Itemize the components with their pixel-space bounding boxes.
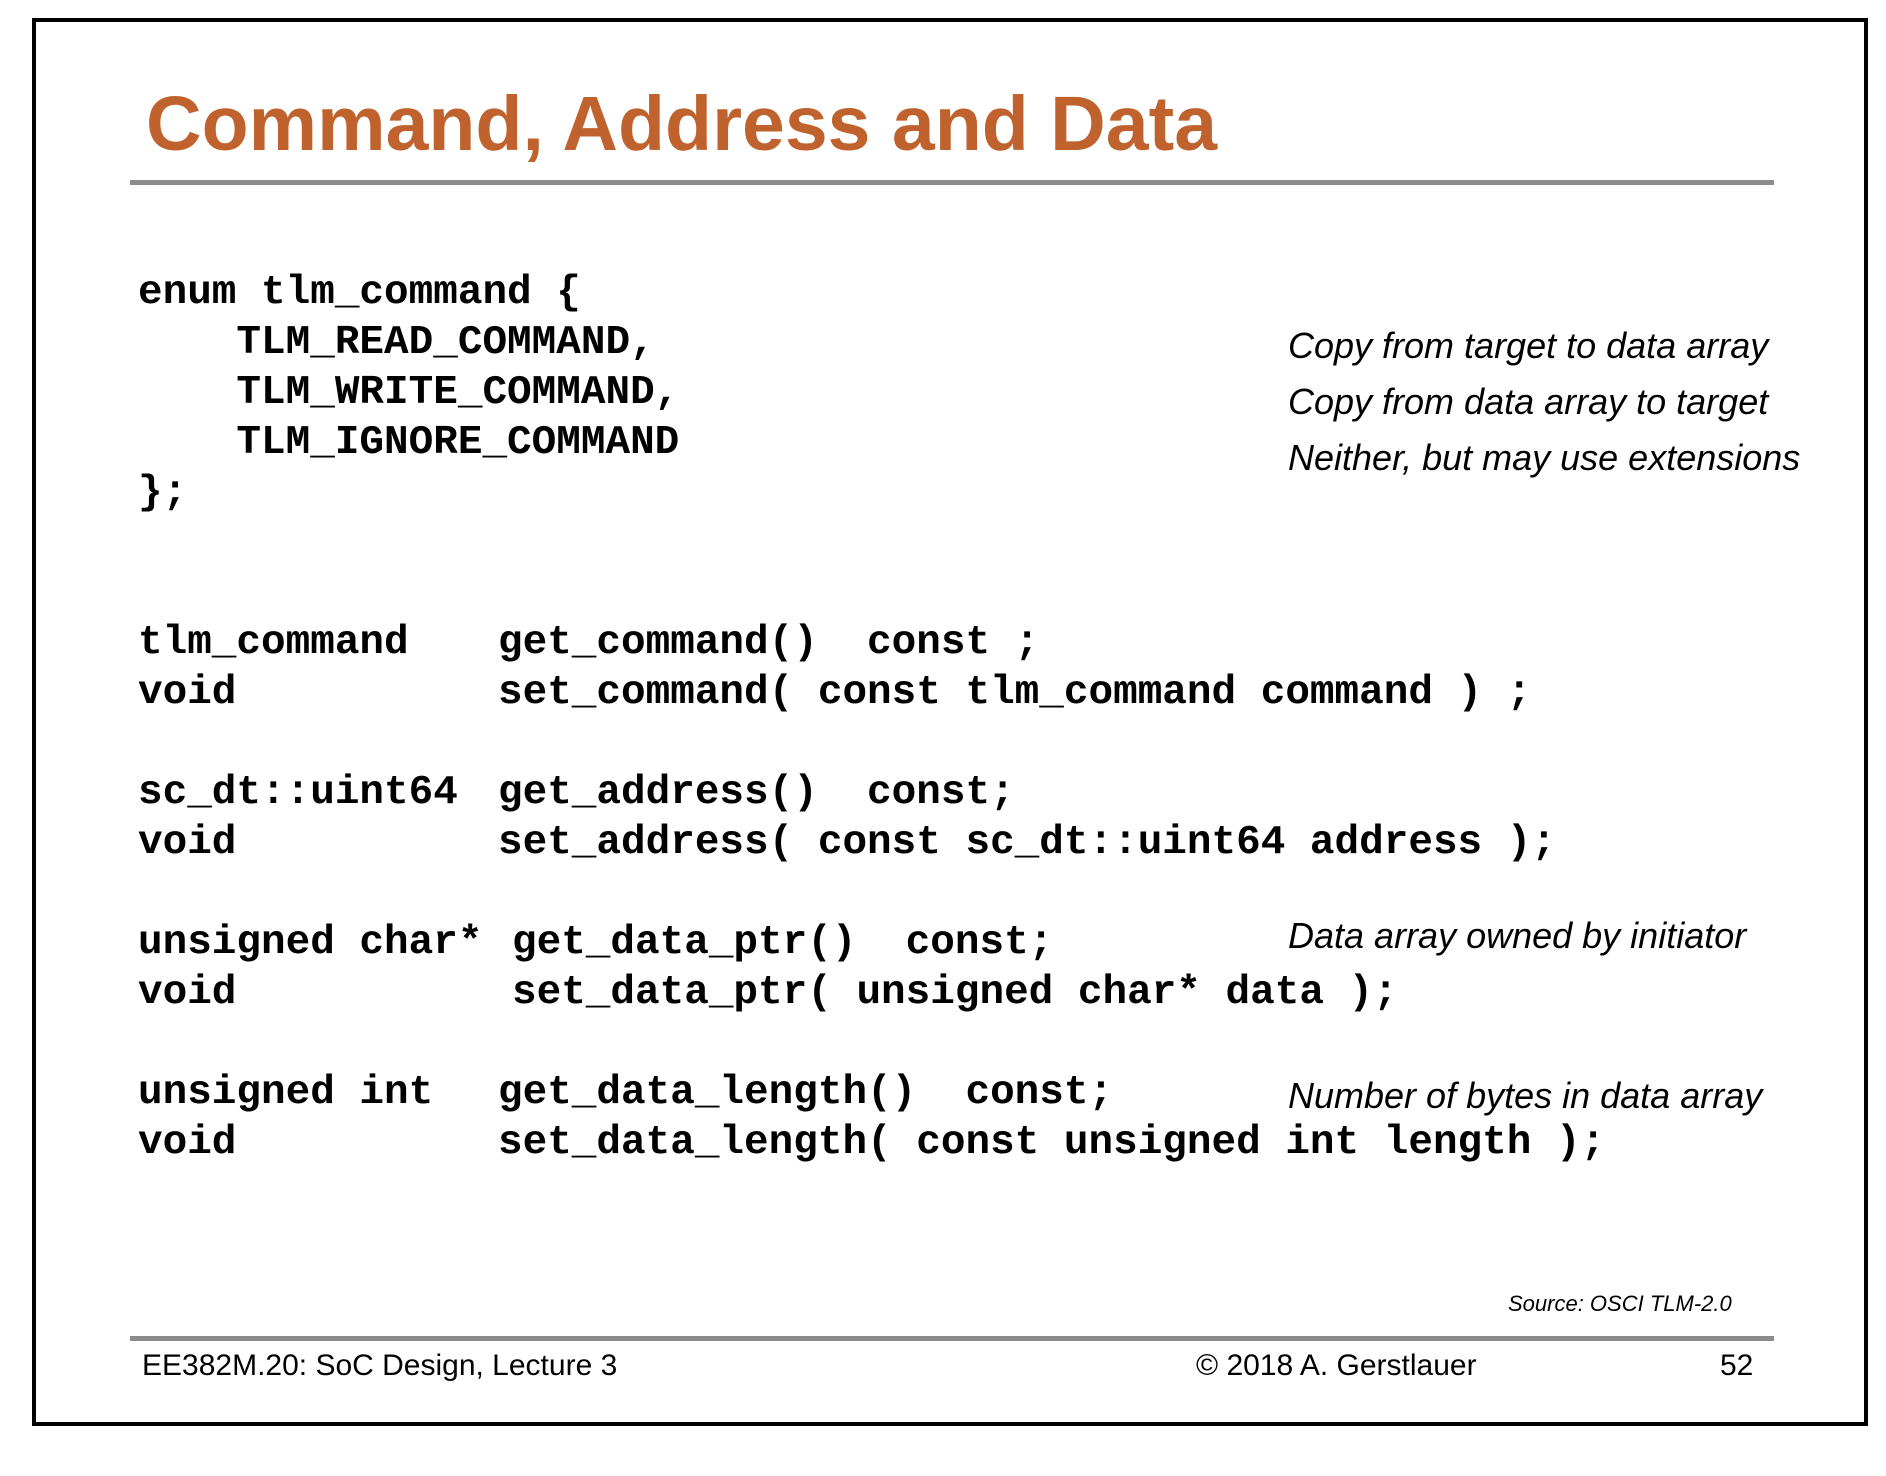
address-setter-type: void xyxy=(138,820,237,866)
data-length-setter-type: void xyxy=(138,1120,237,1166)
note-read-command: Copy from target to data array xyxy=(1288,325,1769,366)
note-data-ptr: Data array owned by initiator xyxy=(1288,915,1747,956)
footer-course: EE382M.20: SoC Design, Lecture 3 xyxy=(142,1349,618,1382)
address-setter-signature: set_address( const sc_dt::uint64 address… xyxy=(498,820,1556,866)
data-length-getter-signature: get_data_length() const; xyxy=(498,1070,1114,1116)
slide-frame xyxy=(32,18,1868,1426)
data-ptr-getter-type: unsigned char* xyxy=(138,920,483,966)
data-length-setter-signature: set_data_length( const unsigned int leng… xyxy=(498,1120,1606,1166)
data-ptr-setter-type: void xyxy=(138,970,237,1016)
enum-line-close: }; xyxy=(138,470,188,516)
note-data-length: Number of bytes in data array xyxy=(1288,1075,1763,1116)
address-getter-signature: get_address() const; xyxy=(498,770,1015,816)
enum-line-open: enum tlm_command { xyxy=(138,270,581,316)
slide-title: Command, Address and Data xyxy=(146,81,1218,167)
enum-line-write: TLM_WRITE_COMMAND, xyxy=(138,370,680,416)
data-ptr-getter-signature: get_data_ptr() const; xyxy=(512,920,1054,966)
note-ignore-command: Neither, but may use extensions xyxy=(1288,437,1801,478)
title-divider xyxy=(130,180,1774,185)
page-number: 52 xyxy=(1720,1349,1754,1382)
command-getter-type: tlm_command xyxy=(138,620,409,666)
note-write-command: Copy from data array to target xyxy=(1288,381,1769,422)
enum-line-ignore: TLM_IGNORE_COMMAND xyxy=(138,420,680,466)
footer-divider xyxy=(130,1336,1774,1341)
data-ptr-setter-signature: set_data_ptr( unsigned char* data ); xyxy=(512,970,1398,1016)
command-setter-signature: set_command( const tlm_command command )… xyxy=(498,670,1532,716)
footer-copyright: © 2018 A. Gerstlauer xyxy=(1196,1349,1477,1382)
data-length-getter-type: unsigned int xyxy=(138,1070,434,1116)
command-setter-type: void xyxy=(138,670,237,716)
source-citation: Source: OSCI TLM-2.0 xyxy=(1508,1291,1732,1316)
command-getter-signature: get_command() const ; xyxy=(498,620,1040,666)
enum-line-read: TLM_READ_COMMAND, xyxy=(138,320,655,366)
address-getter-type: sc_dt::uint64 xyxy=(138,770,458,816)
